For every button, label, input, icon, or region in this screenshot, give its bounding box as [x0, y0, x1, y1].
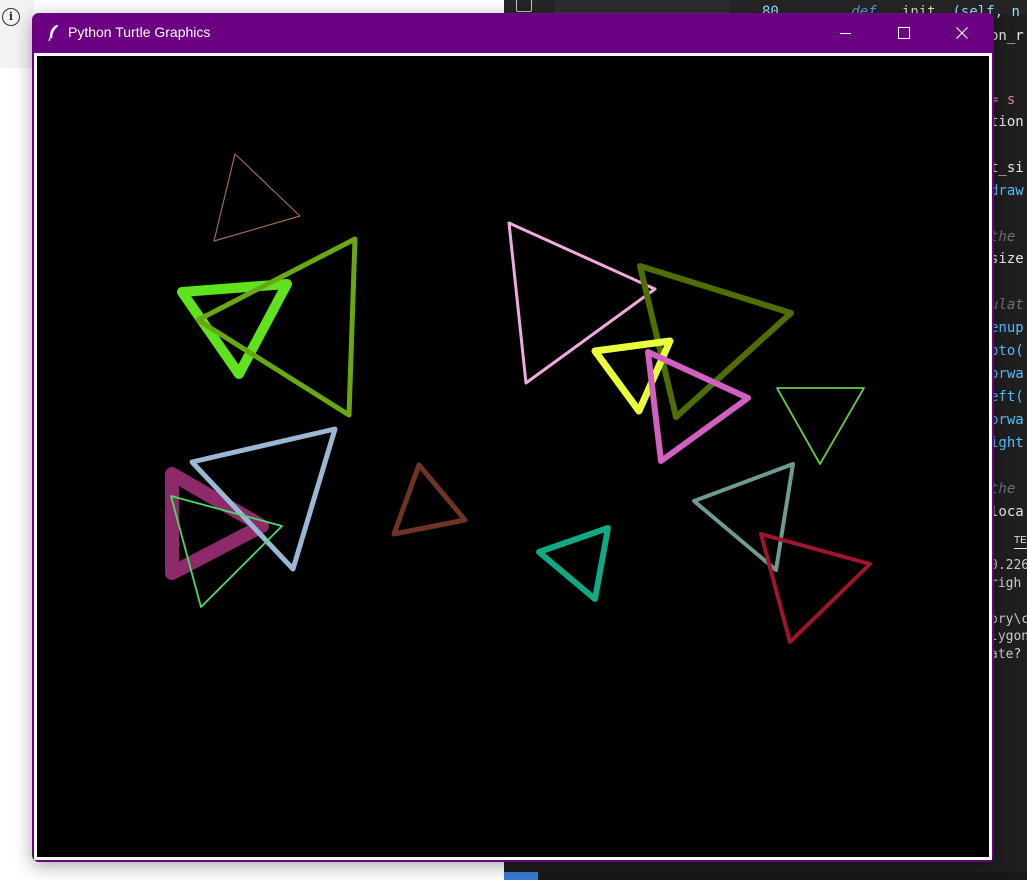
- editor-code-line: loca: [990, 504, 1024, 520]
- turtle-triangle: [692, 462, 795, 572]
- background-app-body: [0, 68, 34, 880]
- editor-code-line: on_r: [990, 28, 1024, 44]
- info-icon[interactable]: i: [2, 8, 20, 26]
- terminal-tab[interactable]: TE: [1014, 535, 1027, 549]
- canvas-frame: [34, 53, 992, 860]
- turtle-triangle: [213, 153, 301, 242]
- editor-code-line: ulat: [990, 297, 1024, 313]
- editor-code-line: size: [990, 251, 1024, 267]
- editor-code-line: eft(: [990, 389, 1024, 405]
- title-bar[interactable]: Python Turtle Graphics: [32, 13, 994, 53]
- editor-code-line: t_si: [990, 160, 1024, 176]
- minimize-icon: [839, 32, 851, 34]
- turtle-triangle: [391, 462, 468, 537]
- feather-icon: [48, 24, 59, 42]
- copy-icon[interactable]: [516, 0, 532, 12]
- editor-code-line: ight: [990, 435, 1024, 451]
- window-title: Python Turtle Graphics: [68, 24, 211, 40]
- terminal-line: ory\c: [990, 612, 1027, 627]
- editor-code-line: draw: [990, 183, 1024, 199]
- terminal-line: lygon: [990, 629, 1027, 644]
- turtle-triangle: [536, 525, 611, 602]
- editor-code-line: tion: [990, 114, 1024, 130]
- maximize-icon: [898, 27, 910, 39]
- terminal-line: righ: [990, 576, 1022, 591]
- turtle-triangle: [776, 387, 865, 465]
- close-icon: [956, 27, 968, 39]
- turtle-triangle: [177, 279, 292, 379]
- turtle-window: Python Turtle Graphics: [32, 13, 994, 862]
- editor-file-tab[interactable]: [554, 0, 730, 13]
- maximize-button[interactable]: [875, 13, 933, 53]
- editor-status-bar: [504, 872, 1027, 880]
- minimize-button[interactable]: [816, 13, 874, 53]
- editor-status-accent: [504, 872, 538, 880]
- editor-code-line: orwa: [990, 366, 1024, 382]
- turtle-canvas[interactable]: [37, 56, 989, 857]
- terminal-line: 0.226: [990, 558, 1027, 573]
- editor-code-line: oto(: [990, 343, 1024, 359]
- turtle-triangle: [507, 221, 657, 385]
- editor-code-line: orwa: [990, 412, 1024, 428]
- turtle-triangle: [195, 236, 358, 418]
- close-button[interactable]: [933, 13, 991, 53]
- editor-code-line: enup: [990, 320, 1024, 336]
- terminal-line: ate?: [990, 647, 1022, 662]
